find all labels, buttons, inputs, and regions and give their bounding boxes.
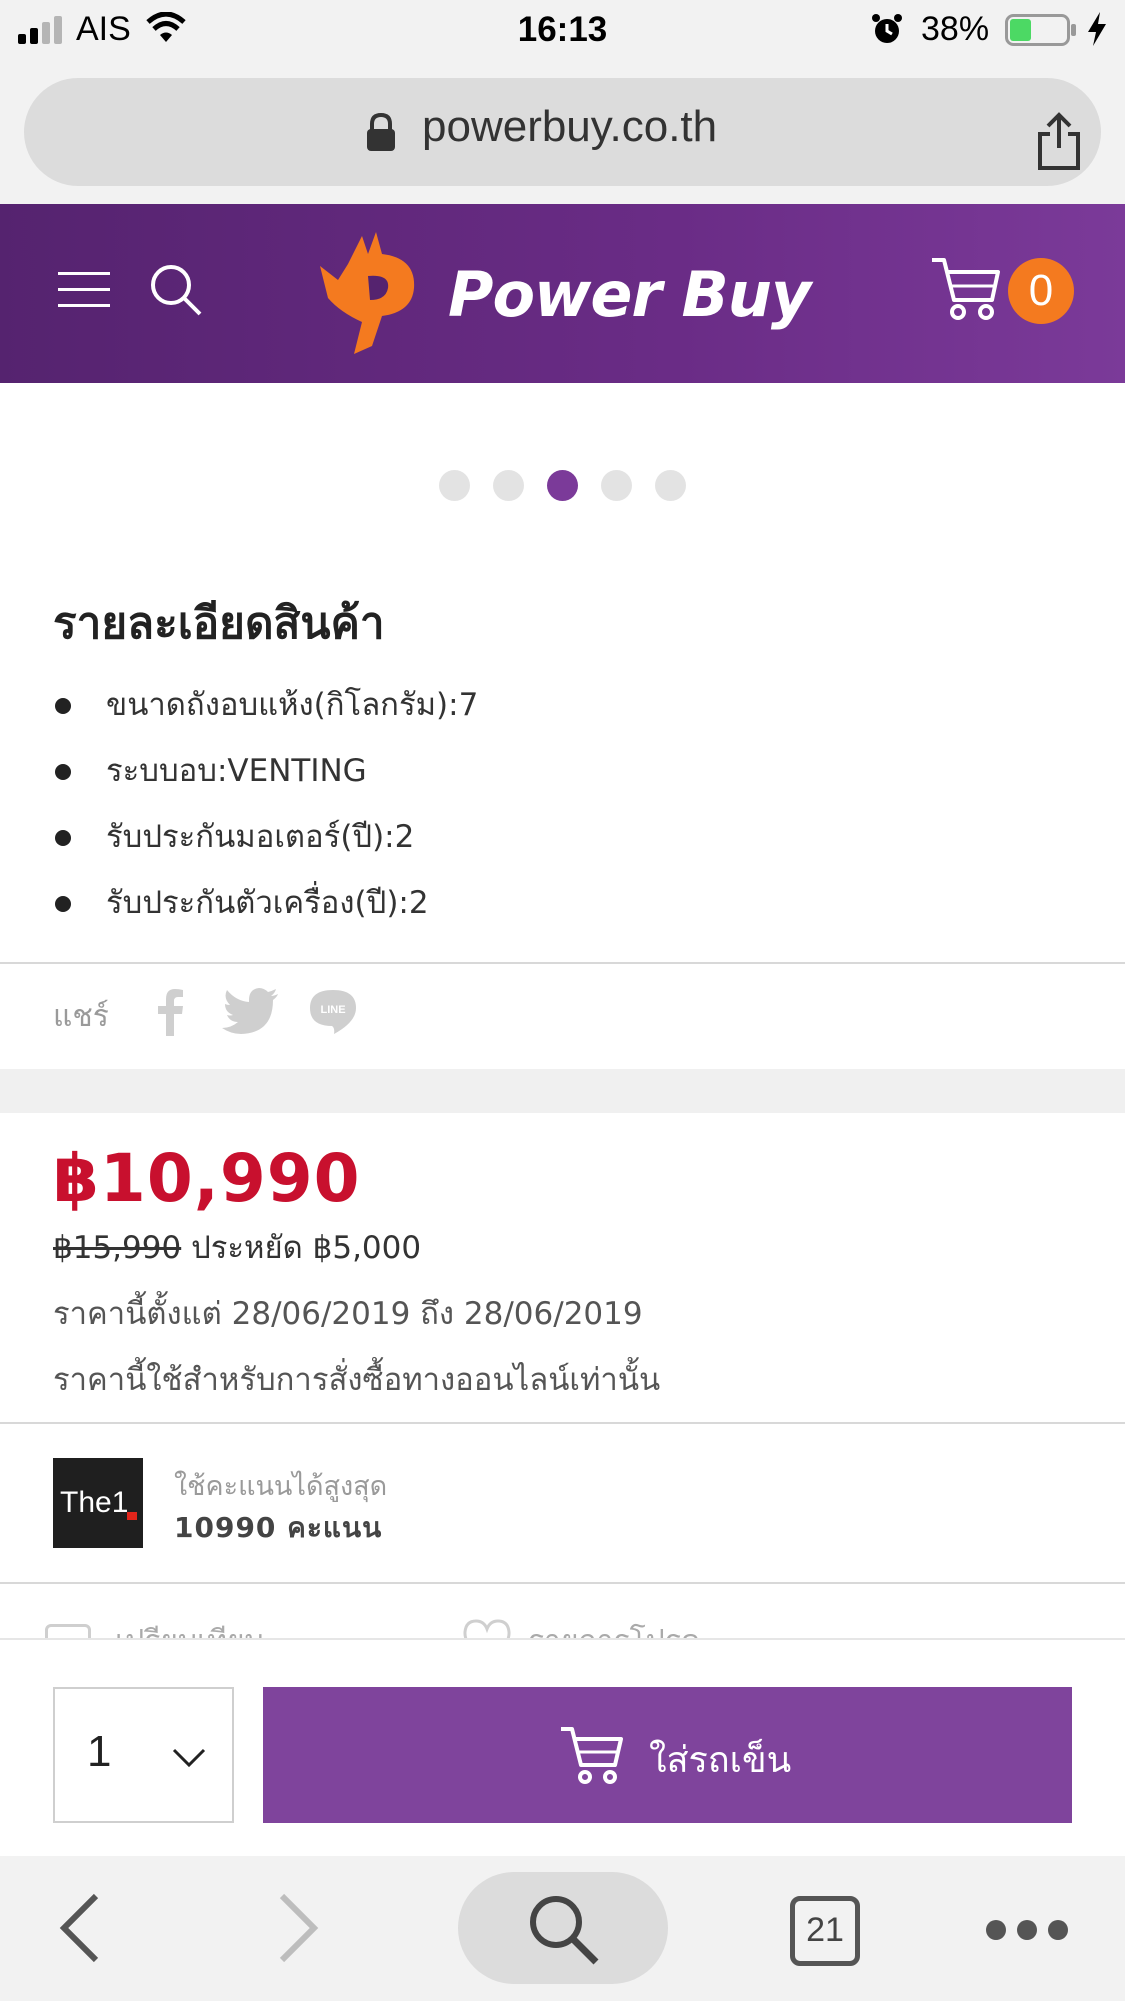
cart-icon[interactable] bbox=[930, 256, 1000, 322]
browser-url-area: powerbuy.co.th bbox=[0, 62, 1125, 204]
more-icon[interactable] bbox=[984, 1916, 1070, 1944]
spec-item: รับประกันมอเตอร์(ปี):2 bbox=[53, 812, 1053, 878]
site-header: Power Buy 0 bbox=[0, 204, 1125, 383]
power-buy-logo-icon[interactable] bbox=[318, 224, 420, 354]
tabs-icon[interactable]: 21 bbox=[790, 1896, 860, 1966]
spec-list: ขนาดถังอบแห้ง(กิโลกรัม):7 ระบบอบ:VENTING… bbox=[53, 680, 1053, 944]
the1-logo-text: The1 bbox=[60, 1486, 129, 1519]
current-price: ฿10,990 bbox=[53, 1140, 361, 1217]
forward-icon[interactable] bbox=[276, 1892, 322, 1964]
charging-icon bbox=[1088, 12, 1106, 46]
price-note: ราคานี้ใช้สำหรับการสั่งซื้อทางออนไลน์เท่… bbox=[53, 1362, 661, 1398]
spec-item: รับประกันตัวเครื่อง(ปี):2 bbox=[53, 878, 1053, 944]
status-bar: AIS 16:13 38% bbox=[0, 0, 1125, 62]
back-icon[interactable] bbox=[56, 1892, 102, 1964]
search-button[interactable] bbox=[458, 1872, 668, 1984]
compare-label[interactable]: เปรียบเทียบ bbox=[115, 1618, 264, 1638]
alarm-icon bbox=[872, 14, 902, 43]
old-price: ฿15,990 bbox=[53, 1230, 182, 1266]
bullet bbox=[55, 698, 71, 714]
lock-icon bbox=[367, 112, 395, 151]
divider bbox=[0, 1422, 1125, 1424]
compare-checkbox[interactable] bbox=[45, 1624, 91, 1638]
spec-text: รับประกันตัวเครื่อง(ปี):2 bbox=[106, 885, 429, 921]
url-bar[interactable]: powerbuy.co.th bbox=[24, 78, 1101, 186]
old-price-row: ฿15,990 ประหยัด ฿5,000 bbox=[53, 1222, 421, 1272]
carousel-dot[interactable] bbox=[601, 470, 632, 501]
spec-text: ระบบอบ:VENTING bbox=[106, 753, 367, 789]
spec-item: ระบบอบ:VENTING bbox=[53, 746, 1053, 812]
quantity-value[interactable]: 1 bbox=[87, 1727, 111, 1777]
share-icon[interactable] bbox=[1034, 112, 1084, 172]
price-period: ราคานี้ตั้งแต่ 28/06/2019 ถึง 28/06/2019 bbox=[53, 1296, 643, 1332]
add-to-cart-label: ใส่รถเข็น bbox=[649, 1740, 792, 1781]
carousel-dot[interactable] bbox=[655, 470, 686, 501]
carousel-dot-active[interactable] bbox=[547, 470, 578, 501]
quantity-select[interactable]: 1 bbox=[53, 1687, 234, 1823]
line-icon[interactable]: LINE bbox=[308, 988, 358, 1038]
url-text[interactable]: powerbuy.co.th bbox=[422, 102, 717, 152]
add-to-cart-button[interactable]: ใส่รถเข็น bbox=[263, 1687, 1072, 1823]
facebook-icon[interactable] bbox=[152, 988, 188, 1036]
savings: ประหยัด ฿5,000 bbox=[191, 1230, 422, 1266]
carousel-dot[interactable] bbox=[493, 470, 524, 501]
wishlist-label[interactable]: รายการโปรด bbox=[528, 1618, 700, 1638]
divider bbox=[0, 962, 1125, 964]
svg-text:LINE: LINE bbox=[320, 1004, 345, 1016]
points-label: ใช้คะแนนได้สูงสุด bbox=[174, 1471, 388, 1502]
browser-toolbar: 21 bbox=[0, 1856, 1125, 2001]
menu-icon[interactable] bbox=[58, 270, 110, 310]
bullet bbox=[55, 896, 71, 912]
carousel-indicator bbox=[0, 470, 1125, 504]
heart-icon[interactable] bbox=[462, 1618, 512, 1638]
spec-item: ขนาดถังอบแห้ง(กิโลกรัม):7 bbox=[53, 680, 1053, 746]
bullet bbox=[55, 764, 71, 780]
cart-count-badge[interactable]: 0 bbox=[1008, 258, 1074, 324]
spec-text: รับประกันมอเตอร์(ปี):2 bbox=[106, 819, 415, 855]
brand-name[interactable]: Power Buy bbox=[448, 258, 811, 331]
spec-text: ขนาดถังอบแห้ง(กิโลกรัม):7 bbox=[106, 687, 479, 723]
carousel-dot[interactable] bbox=[439, 470, 470, 501]
chevron-down-icon[interactable] bbox=[171, 1745, 207, 1771]
the1-logo: The1 bbox=[53, 1458, 143, 1548]
cart-icon bbox=[561, 1727, 623, 1784]
details-title: รายละเอียดสินค้า bbox=[53, 598, 385, 649]
search-icon bbox=[530, 1896, 599, 1965]
battery-percent: 38% bbox=[921, 10, 990, 48]
add-to-cart-bar: 1 ใส่รถเข็น bbox=[0, 1638, 1125, 1856]
points-value: 10990 คะแนน bbox=[174, 1511, 383, 1544]
share-label: แชร์ bbox=[53, 999, 109, 1034]
search-icon[interactable] bbox=[148, 262, 204, 318]
battery-icon bbox=[1005, 14, 1076, 46]
the1-logo-accent bbox=[127, 1512, 137, 1520]
compare-wishlist-row: เปรียบเทียบ รายการโปรด bbox=[0, 1582, 1125, 1638]
section-separator bbox=[0, 1069, 1125, 1113]
twitter-icon[interactable] bbox=[222, 988, 280, 1036]
bullet bbox=[55, 830, 71, 846]
